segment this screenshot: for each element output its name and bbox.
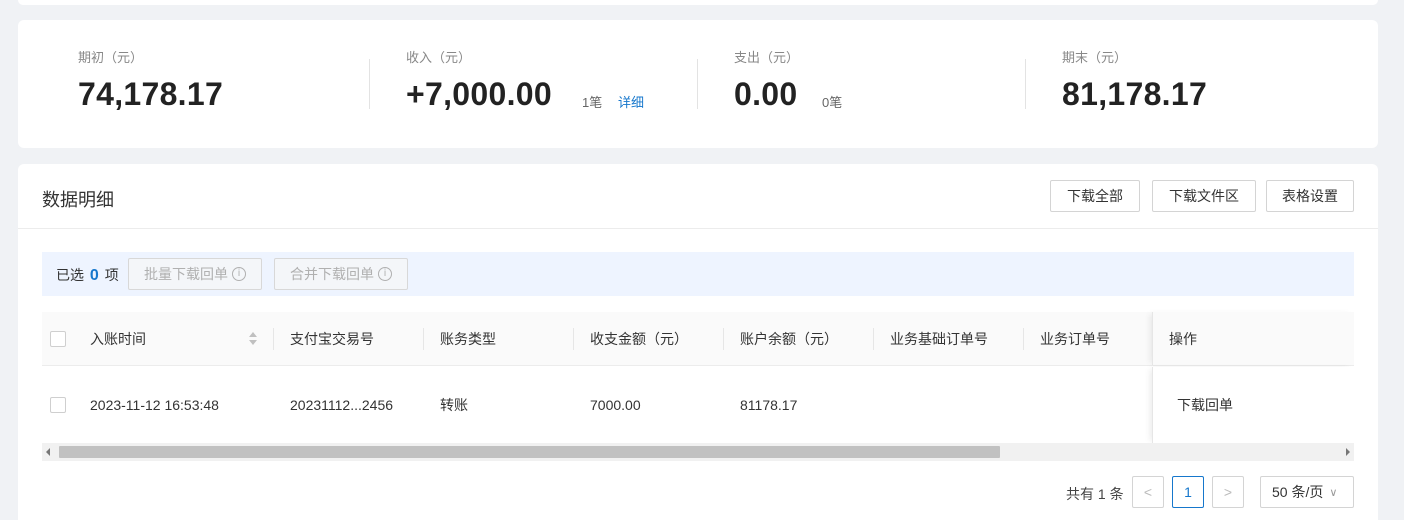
fixed-action-header: 操作 xyxy=(1152,312,1354,365)
income-count: 1笔 xyxy=(582,95,603,110)
download-all-button[interactable]: 下载全部 xyxy=(1050,180,1140,212)
col-amount: 收支金额（元） xyxy=(590,330,688,347)
batch-download-label: 批量下载回单 xyxy=(144,266,228,282)
table-header: 入账时间 支付宝交易号 账务类型 收支金额（元） 账户余额（元） 业务基础订单号… xyxy=(42,312,1354,366)
column-separator xyxy=(723,328,724,350)
page-size-select[interactable]: 50 条/页 ∨ xyxy=(1260,476,1354,508)
col-balance: 账户余额（元） xyxy=(740,330,838,347)
summary-divider xyxy=(369,59,370,109)
col-action: 操作 xyxy=(1169,330,1197,347)
data-detail-panel: 数据明细 下载全部 下载文件区 表格设置 已选 0 项 批量下载回单 i 合并下… xyxy=(18,164,1378,520)
page-1-button[interactable]: 1 xyxy=(1172,476,1204,508)
selection-text: 已选 0 项 xyxy=(56,265,119,285)
expense-count: 0笔 xyxy=(822,95,843,110)
select-all-checkbox[interactable] xyxy=(50,330,66,347)
selection-count: 0 xyxy=(89,267,99,284)
selection-prefix: 已选 xyxy=(56,267,84,283)
total-count: 共有 1 条 xyxy=(1066,486,1124,502)
cell-amount: 7000.00 xyxy=(590,397,641,413)
selection-suffix: 项 xyxy=(104,267,119,283)
expense-label: 支出（元） xyxy=(734,50,800,65)
income-label: 收入（元） xyxy=(406,50,472,65)
col-type: 账务类型 xyxy=(440,330,496,347)
download-files-button[interactable]: 下载文件区 xyxy=(1152,180,1256,212)
column-separator xyxy=(423,328,424,350)
column-separator xyxy=(273,328,274,350)
opening-value: 74,178.17 xyxy=(78,76,224,112)
column-separator xyxy=(1023,328,1024,350)
col-time[interactable]: 入账时间 xyxy=(90,312,146,365)
merge-download-label: 合并下载回单 xyxy=(290,266,374,282)
prev-page-button[interactable]: < xyxy=(1132,476,1164,508)
merge-download-button[interactable]: 合并下载回单 i xyxy=(274,258,408,290)
sort-icon[interactable] xyxy=(248,332,258,346)
table-row: 2023-11-12 16:53:48 20231112...2456 转账 7… xyxy=(42,367,1354,443)
cell-trade-no: 20231112...2456 xyxy=(290,397,394,413)
expense-value: 0.00 xyxy=(734,76,798,112)
top-panel-edge xyxy=(18,0,1378,5)
closing-value: 81,178.17 xyxy=(1062,76,1208,112)
cell-balance: 81178.17 xyxy=(740,397,798,413)
scroll-left-icon[interactable] xyxy=(46,448,50,456)
page-size-value: 50 条/页 xyxy=(1272,484,1324,500)
download-receipt-link[interactable]: 下载回单 xyxy=(1177,367,1233,443)
batch-download-button[interactable]: 批量下载回单 i xyxy=(128,258,262,290)
opening-label: 期初（元） xyxy=(78,50,144,65)
income-value: +7,000.00 xyxy=(406,76,552,112)
chevron-down-icon: ∨ xyxy=(1329,485,1338,499)
panel-title: 数据明细 xyxy=(42,190,114,210)
cell-time: 2023-11-12 16:53:48 xyxy=(90,397,219,413)
col-trade-no: 支付宝交易号 xyxy=(290,330,374,347)
col-order: 业务订单号 xyxy=(1040,330,1110,347)
info-icon: i xyxy=(378,267,392,281)
column-separator xyxy=(573,328,574,350)
balance-summary: 期初（元） 74,178.17 收入（元） +7,000.00 1笔 详细 支出… xyxy=(18,20,1378,148)
row-checkbox[interactable] xyxy=(50,397,66,413)
panel-divider xyxy=(18,228,1378,229)
table-settings-button[interactable]: 表格设置 xyxy=(1266,180,1354,212)
selection-bar: 已选 0 项 批量下载回单 i 合并下载回单 i xyxy=(42,252,1354,296)
scroll-right-icon[interactable] xyxy=(1346,448,1350,456)
summary-divider xyxy=(697,59,698,109)
summary-divider xyxy=(1025,59,1026,109)
fixed-action-cell: 下载回单 xyxy=(1152,367,1354,443)
col-base-order: 业务基础订单号 xyxy=(890,330,988,347)
next-page-button[interactable]: > xyxy=(1212,476,1244,508)
horizontal-scrollbar[interactable] xyxy=(42,443,1354,461)
info-icon: i xyxy=(232,267,246,281)
cell-type: 转账 xyxy=(440,397,468,413)
scrollbar-thumb[interactable] xyxy=(59,446,1000,458)
closing-label: 期末（元） xyxy=(1062,50,1128,65)
column-separator xyxy=(873,328,874,350)
income-detail-link[interactable]: 详细 xyxy=(618,92,644,111)
